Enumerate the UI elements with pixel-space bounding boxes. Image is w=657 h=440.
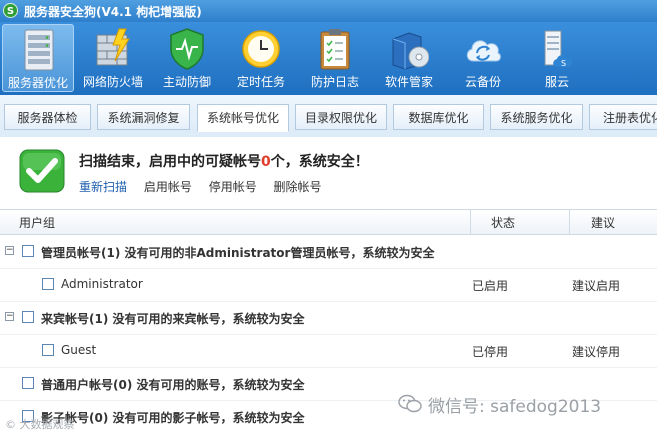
toolbar-software-manager[interactable]: 软件管家 (373, 24, 445, 92)
cloud-server-icon: S (544, 30, 573, 68)
disable-account-link[interactable]: 停用帐号 (209, 180, 257, 194)
shield-icon (170, 28, 204, 70)
tab-service-optimize[interactable]: 系统服务优化 (490, 104, 583, 130)
wechat-watermark: 微信号: safedog2013 (428, 397, 602, 417)
account-status: 已停用 (472, 345, 509, 359)
toolbar-firewall[interactable]: 网络防火墙 (77, 24, 149, 92)
toolbar-active-defense[interactable]: 主动防御 (151, 24, 223, 92)
toolbar-label: 服务器优化 (7, 76, 68, 90)
toolbar-label: 云备份 (464, 75, 501, 89)
window-title: 服务器安全狗(V4.1 枸杞增强版) (24, 5, 202, 19)
clipboard-icon (320, 29, 350, 70)
firewall-icon (96, 28, 130, 66)
software-box-icon (392, 32, 429, 70)
main-toolbar: 服务器优化 网络防火墙 主动防御 定时任务 防护日志 软件管家 云备份 S 服云 (0, 22, 657, 95)
cloud-sync-icon (466, 40, 501, 62)
scan-result-message: 扫描结束，启用中的可疑帐号0个，系统安全！ (79, 151, 369, 171)
table-row[interactable]: − 管理员帐号(1) 没有可用的非Administrator管理员帐号，系统较为… (0, 235, 657, 269)
result-text: 扫描结束，启用中的可疑帐号 (79, 154, 261, 170)
server-rack-icon (24, 29, 54, 71)
scan-summary: 扫描结束，启用中的可疑帐号0个，系统安全！ 重新扫描 启用帐号 停用帐号 删除帐… (0, 137, 657, 209)
toolbar-cloud-backup[interactable]: 云备份 (447, 24, 519, 92)
column-separator (470, 210, 471, 234)
table-row[interactable]: Guest 已停用 建议停用 (0, 334, 657, 368)
group-label: 管理员帐号(1) 没有可用的非Administrator管理员帐号，系统较为安全 (41, 246, 435, 260)
tab-vulnerability-fix[interactable]: 系统漏洞修复 (97, 104, 190, 130)
group-label: 影子帐号(0) 没有可用的影子帐号，系统较为安全 (41, 411, 305, 425)
toolbar-label: 主动防御 (162, 75, 211, 89)
tab-server-checkup[interactable]: 服务器体检 (4, 104, 91, 130)
group-label: 普通用户帐号(0) 没有可用的账号，系统较为安全 (41, 378, 305, 392)
result-text-end: 个，系统安全！ (270, 154, 369, 170)
row-checkbox[interactable] (42, 278, 54, 290)
column-status[interactable]: 状态 (491, 214, 515, 231)
table-header: 用户组 状态 建议 (0, 209, 657, 235)
toolbar-server-optimize[interactable]: 服务器优化 (2, 24, 74, 92)
account-actions: 重新扫描 启用帐号 停用帐号 删除帐号 (79, 178, 335, 195)
app-logo-icon: S (3, 3, 18, 18)
suspicious-count: 0 (261, 154, 271, 170)
account-name: Administrator (61, 277, 143, 291)
row-checkbox[interactable] (22, 311, 34, 323)
column-user-group[interactable]: 用户组 (19, 214, 55, 231)
toolbar-label: 软件管家 (384, 75, 433, 89)
collapse-toggle[interactable]: − (5, 246, 14, 255)
toolbar-label: 防护日志 (310, 75, 359, 89)
wechat-icon (398, 394, 422, 413)
rescan-link[interactable]: 重新扫描 (79, 180, 127, 194)
tab-database-optimize[interactable]: 数据库优化 (393, 104, 484, 130)
toolbar-label: 定时任务 (236, 75, 285, 89)
row-checkbox[interactable] (22, 245, 34, 257)
tab-bar: 服务器体检 系统漏洞修复 系统帐号优化 目录权限优化 数据库优化 系统服务优化 … (0, 95, 657, 138)
svg-text:S: S (561, 59, 566, 68)
toolbar-label: 服云 (544, 75, 569, 89)
toolbar-scheduled-tasks[interactable]: 定时任务 (225, 24, 297, 92)
account-advice: 建议停用 (572, 345, 621, 359)
account-name: Guest (61, 343, 97, 357)
delete-account-link[interactable]: 删除帐号 (274, 180, 322, 194)
account-status: 已启用 (472, 279, 509, 293)
row-checkbox[interactable] (22, 377, 34, 389)
row-checkbox[interactable] (42, 344, 54, 356)
column-separator (569, 210, 570, 234)
check-icon (19, 149, 65, 193)
account-advice: 建议启用 (572, 279, 621, 293)
enable-account-link[interactable]: 启用帐号 (144, 180, 192, 194)
table-row[interactable]: Administrator 已启用 建议启用 (0, 268, 657, 302)
toolbar-protection-log[interactable]: 防护日志 (299, 24, 371, 92)
group-label: 来宾帐号(1) 没有可用的来宾帐号，系统较为安全 (41, 312, 305, 326)
tab-directory-permission[interactable]: 目录权限优化 (295, 104, 387, 130)
column-advice[interactable]: 建议 (591, 214, 615, 231)
table-row[interactable]: − 来宾帐号(1) 没有可用的来宾帐号，系统较为安全 (0, 301, 657, 335)
clock-icon (242, 30, 280, 68)
toolbar-label: 网络防火墙 (82, 75, 143, 89)
collapse-toggle[interactable]: − (5, 312, 14, 321)
tab-account-optimize[interactable]: 系统帐号优化 (197, 104, 289, 132)
title-bar: S 服务器安全狗(V4.1 枸杞增强版) (0, 0, 657, 22)
toolbar-cloud-service[interactable]: S 服云 (521, 24, 593, 92)
tab-registry-optimize[interactable]: 注册表优化 (589, 104, 657, 130)
corner-watermark: © 大数据观察 (5, 418, 75, 431)
